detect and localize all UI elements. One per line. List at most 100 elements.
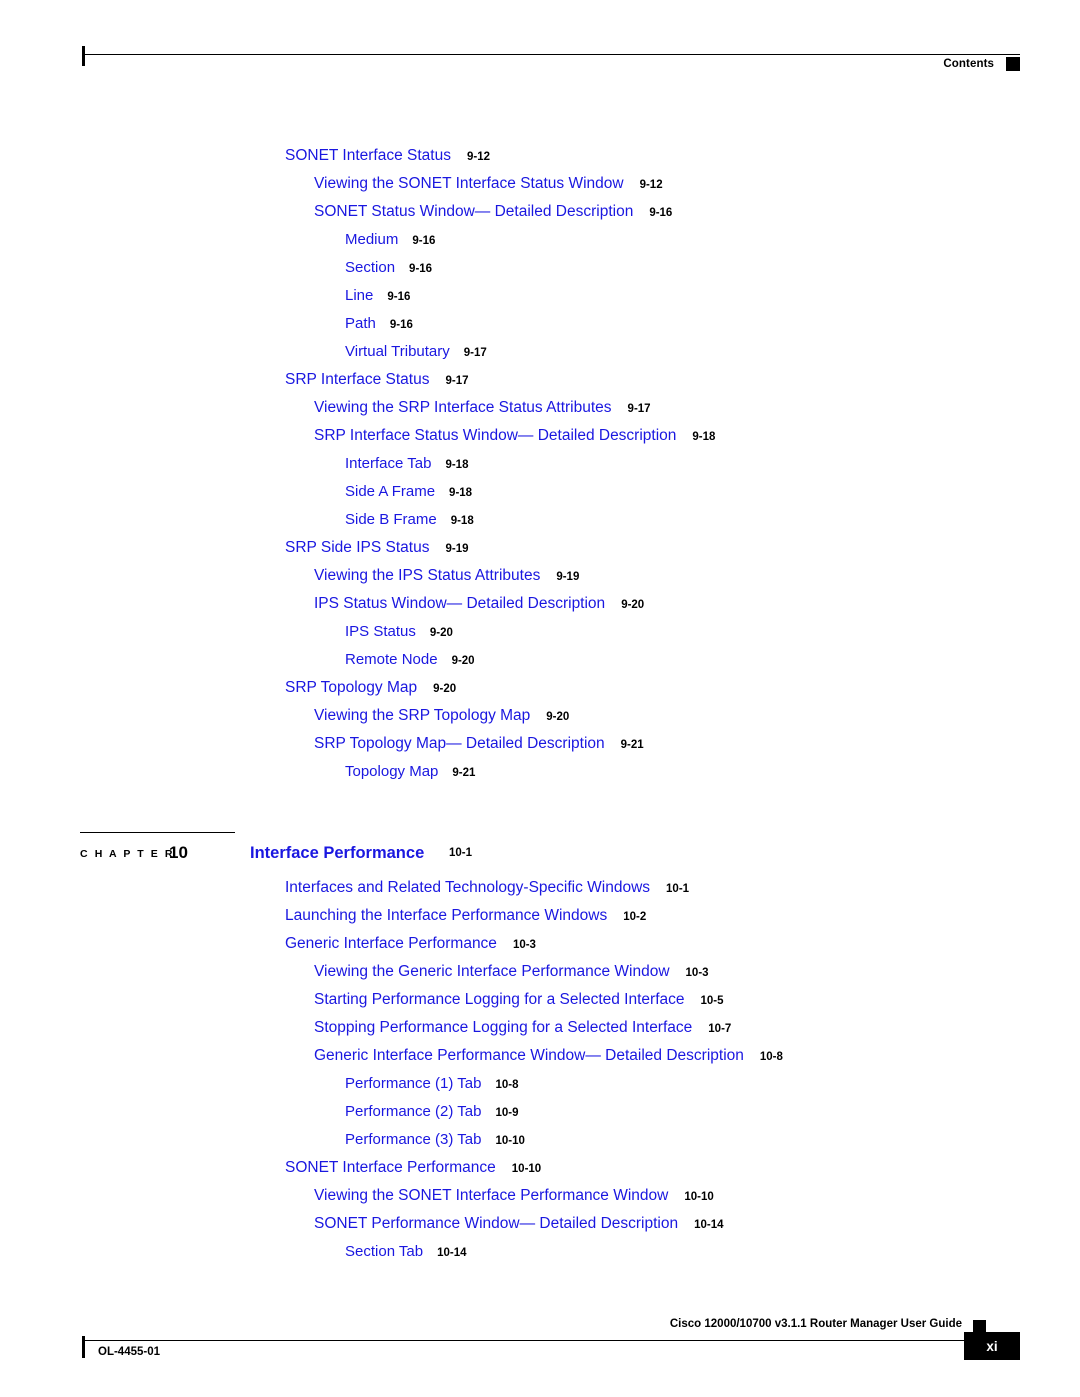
toc-entry[interactable]: Line 9-16 — [0, 288, 1080, 316]
toc-entry[interactable]: SRP Interface Status Window— Detailed De… — [0, 428, 1080, 456]
toc-entry-page-number: 9-20 — [433, 683, 457, 695]
toc-entry-page-number: 9-19 — [556, 571, 580, 583]
toc-entry-title[interactable]: Performance (1) Tab — [345, 1076, 481, 1091]
toc-entry-page-number: 9-21 — [452, 767, 476, 779]
toc-entry-title[interactable]: Viewing the SONET Interface Performance … — [314, 1188, 668, 1204]
toc-entry-title[interactable]: IPS Status Window— Detailed Description — [314, 596, 605, 612]
toc-entry-title[interactable]: Medium — [345, 232, 398, 247]
toc-entry[interactable]: SRP Interface Status 9-17 — [0, 372, 1080, 400]
header-left-tick-icon — [82, 46, 85, 66]
toc-entry[interactable]: SONET Performance Window— Detailed Descr… — [0, 1216, 1080, 1244]
toc-entry-title[interactable]: SRP Topology Map — [285, 680, 417, 696]
toc-entry-title[interactable]: SONET Interface Status — [285, 148, 451, 164]
toc-entry-title[interactable]: Viewing the SONET Interface Status Windo… — [314, 176, 624, 192]
toc-entry-title[interactable]: Viewing the SRP Interface Status Attribu… — [314, 400, 612, 416]
toc-entry-title[interactable]: Side B Frame — [345, 512, 437, 527]
footer-rule — [82, 1340, 966, 1341]
toc-entry-title[interactable]: Remote Node — [345, 652, 438, 667]
toc-entry[interactable]: Stopping Performance Logging for a Selec… — [0, 1020, 1080, 1048]
toc-entry-title[interactable]: SRP Interface Status — [285, 372, 429, 388]
toc-entry-title[interactable]: Viewing the Generic Interface Performanc… — [314, 964, 670, 980]
toc-entry-title[interactable]: Interface Tab — [345, 456, 431, 471]
toc-entry[interactable]: SONET Status Window— Detailed Descriptio… — [0, 204, 1080, 232]
toc-entry[interactable]: Viewing the SONET Interface Performance … — [0, 1188, 1080, 1216]
toc-entry[interactable]: Viewing the Generic Interface Performanc… — [0, 964, 1080, 992]
toc-entry[interactable]: Performance (3) Tab 10-10 — [0, 1132, 1080, 1160]
toc-entry-title[interactable]: Stopping Performance Logging for a Selec… — [314, 1020, 692, 1036]
toc-entry-title[interactable]: Generic Interface Performance Window— De… — [314, 1048, 744, 1064]
toc-entry-title[interactable]: SONET Performance Window— Detailed Descr… — [314, 1216, 678, 1232]
toc-entry-page-number: 9-16 — [389, 319, 413, 331]
toc-entry-title[interactable]: Path — [345, 316, 376, 331]
toc-entry[interactable]: Remote Node 9-20 — [0, 652, 1080, 680]
toc-entry-page-number: 9-18 — [692, 431, 716, 443]
toc-entry[interactable]: Medium 9-16 — [0, 232, 1080, 260]
toc-entry-title[interactable]: Interfaces and Related Technology-Specif… — [285, 880, 650, 896]
toc-entry-page-number: 9-20 — [429, 627, 453, 639]
toc-entry[interactable]: SONET Interface Performance 10-10 — [0, 1160, 1080, 1188]
toc-entry-page-number: 10-9 — [495, 1107, 519, 1119]
toc-entry[interactable]: Section 9-16 — [0, 260, 1080, 288]
toc-entry-title[interactable]: Section — [345, 260, 395, 275]
toc-entry-title[interactable]: Viewing the SRP Topology Map — [314, 708, 530, 724]
toc-entry-title[interactable]: SONET Status Window— Detailed Descriptio… — [314, 204, 633, 220]
toc-entry[interactable]: Performance (1) Tab 10-8 — [0, 1076, 1080, 1104]
toc-entry[interactable]: Interfaces and Related Technology-Specif… — [0, 880, 1080, 908]
chapter-title-link[interactable]: Interface Performance — [250, 844, 424, 863]
toc-entry-page-number: 10-5 — [700, 995, 724, 1007]
toc-entry[interactable]: Launching the Interface Performance Wind… — [0, 908, 1080, 936]
toc-entry[interactable]: SONET Interface Status 9-12 — [0, 148, 1080, 176]
toc-entry[interactable]: Viewing the SRP Topology Map 9-20 — [0, 708, 1080, 736]
toc-entry[interactable]: Side A Frame 9-18 — [0, 484, 1080, 512]
toc-entry-title[interactable]: SRP Side IPS Status — [285, 540, 429, 556]
toc-entry-title[interactable]: SRP Interface Status Window— Detailed De… — [314, 428, 676, 444]
toc-entry-title[interactable]: Performance (2) Tab — [345, 1104, 481, 1119]
toc-entry-page-number: 10-10 — [495, 1135, 525, 1147]
toc-entry[interactable]: Starting Performance Logging for a Selec… — [0, 992, 1080, 1020]
toc-entry[interactable]: Virtual Tributary 9-17 — [0, 344, 1080, 372]
toc-entry-title[interactable]: Starting Performance Logging for a Selec… — [314, 992, 685, 1008]
toc-entry-title[interactable]: Virtual Tributary — [345, 344, 450, 359]
toc-entry[interactable]: Section Tab 10-14 — [0, 1244, 1080, 1272]
toc-entry-title[interactable]: Performance (3) Tab — [345, 1132, 481, 1147]
toc-entry-title[interactable]: Side A Frame — [345, 484, 435, 499]
toc-entry-page-number: 9-21 — [620, 739, 644, 751]
toc-entry-page-number: 10-2 — [623, 911, 647, 923]
toc-entry-page-number: 9-16 — [412, 235, 436, 247]
toc-entry-page-number: 9-16 — [649, 207, 673, 219]
toc-entry-title[interactable]: Generic Interface Performance — [285, 936, 497, 952]
toc-entry-title[interactable]: Section Tab — [345, 1244, 423, 1259]
footer-page-number: xi — [964, 1332, 1020, 1360]
toc-entry-title[interactable]: SONET Interface Performance — [285, 1160, 496, 1176]
toc-entry[interactable]: SRP Side IPS Status 9-19 — [0, 540, 1080, 568]
toc-entry-title[interactable]: IPS Status — [345, 624, 416, 639]
toc-entry-page-number: 10-8 — [495, 1079, 519, 1091]
toc-entry-title[interactable]: Topology Map — [345, 764, 438, 779]
toc-entry[interactable]: Performance (2) Tab 10-9 — [0, 1104, 1080, 1132]
toc-entry-page-number: 9-18 — [449, 487, 473, 499]
toc-entry[interactable]: Viewing the SRP Interface Status Attribu… — [0, 400, 1080, 428]
toc-entry[interactable]: Path 9-16 — [0, 316, 1080, 344]
toc-entry-page-number: 9-12 — [466, 151, 491, 163]
toc-entry-title[interactable]: SRP Topology Map— Detailed Description — [314, 736, 605, 752]
toc-entry-title[interactable]: Launching the Interface Performance Wind… — [285, 908, 607, 924]
toc-entry[interactable]: Generic Interface Performance 10-3 — [0, 936, 1080, 964]
toc-entry-page-number: 9-19 — [445, 543, 469, 555]
toc-entry-page-number: 10-8 — [759, 1051, 783, 1063]
toc-entry[interactable]: Interface Tab 9-18 — [0, 456, 1080, 484]
toc-entry-page-number: 10-7 — [708, 1023, 732, 1035]
toc-entry[interactable]: Side B Frame 9-18 — [0, 512, 1080, 540]
chapter-page-number: 10-1 — [449, 847, 473, 859]
toc-entry[interactable]: SRP Topology Map 9-20 — [0, 680, 1080, 708]
chapter-number: 10 — [169, 843, 188, 862]
toc-entry-title[interactable]: Viewing the IPS Status Attributes — [314, 568, 540, 584]
toc-entry[interactable]: IPS Status 9-20 — [0, 624, 1080, 652]
toc-entry[interactable]: Generic Interface Performance Window— De… — [0, 1048, 1080, 1076]
toc-entry-title[interactable]: Line — [345, 288, 373, 303]
toc-entry[interactable]: IPS Status Window— Detailed Description 9… — [0, 596, 1080, 624]
toc-entry[interactable]: Viewing the IPS Status Attributes 9-19 — [0, 568, 1080, 596]
toc-entry[interactable]: SRP Topology Map— Detailed Description 9-… — [0, 736, 1080, 764]
toc-entry[interactable]: Viewing the SONET Interface Status Windo… — [0, 176, 1080, 204]
toc-entry-page-number: 9-12 — [639, 179, 663, 191]
toc-entry[interactable]: Topology Map 9-21 — [0, 764, 1080, 792]
